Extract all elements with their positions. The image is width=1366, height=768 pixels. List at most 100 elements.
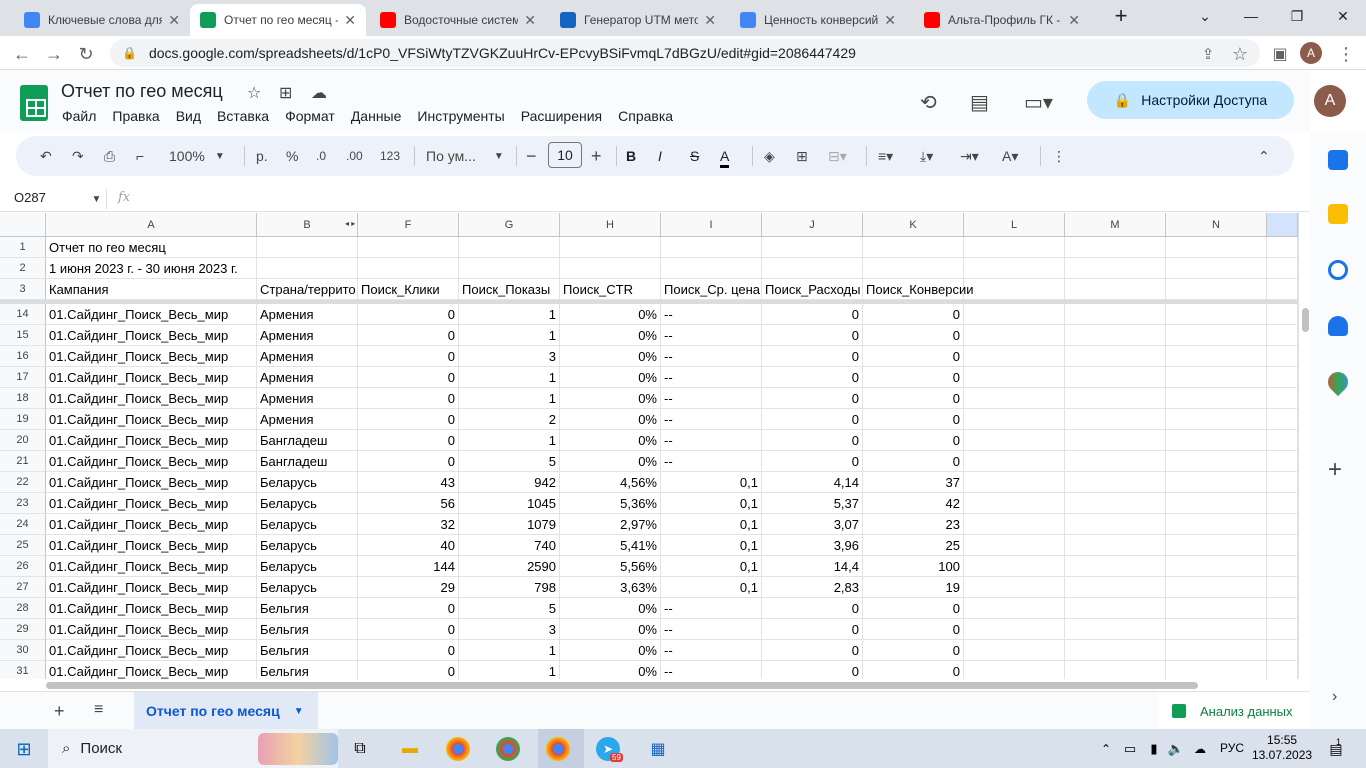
table-cell[interactable]: 3,63% [560,577,661,598]
forward-icon[interactable]: → [42,42,66,66]
table-cell[interactable] [1065,451,1166,472]
table-cell[interactable]: 0% [560,409,661,430]
table-cell[interactable]: 0 [762,325,863,346]
text-wrap-icon[interactable]: ⇥▾ [960,146,979,166]
row-header[interactable]: 2 [0,258,46,279]
restore-button[interactable]: ❐ [1274,0,1320,32]
currency-format-button[interactable]: р. [256,146,268,166]
table-cell[interactable]: Бангладеш [257,451,358,472]
table-cell[interactable]: 0,1 [661,577,762,598]
table-cell[interactable]: 01.Сайдинг_Поиск_Весь_мир [46,388,257,409]
table-cell[interactable] [1267,514,1298,535]
close-tab-icon[interactable]: ✕ [884,12,896,29]
table-cell[interactable]: 5,56% [560,556,661,577]
table-cell[interactable]: Беларусь [257,535,358,556]
table-cell[interactable]: 01.Сайдинг_Поиск_Весь_мир [46,346,257,367]
table-cell[interactable] [1166,409,1267,430]
table-cell[interactable]: 0 [358,661,459,679]
close-tab-icon[interactable]: ✕ [344,12,356,29]
table-cell[interactable]: -- [661,409,762,430]
table-cell[interactable]: 1 [459,367,560,388]
chevron-right-icon[interactable]: › [1332,688,1337,706]
text-color-button[interactable]: A [720,146,730,168]
table-cell[interactable]: 0 [358,409,459,430]
table-cell[interactable]: -- [661,640,762,661]
table-cell[interactable] [1267,598,1298,619]
table-cell[interactable]: 0 [358,388,459,409]
table-cell[interactable] [1166,258,1267,279]
browser-profile-avatar[interactable]: A [1300,42,1322,64]
more-options-icon[interactable]: ⋮ [1052,146,1066,166]
table-cell[interactable]: -- [661,325,762,346]
close-tab-icon[interactable]: ✕ [168,12,180,29]
minimize-button[interactable]: — [1228,0,1274,32]
table-cell[interactable]: Армения [257,346,358,367]
table-cell[interactable] [1166,514,1267,535]
table-cell[interactable]: 0 [762,430,863,451]
star-icon[interactable]: ☆ [247,83,261,103]
table-cell[interactable]: 2,97% [560,514,661,535]
table-cell[interactable] [1166,346,1267,367]
table-cell[interactable]: 0 [863,346,964,367]
row-header[interactable]: 18 [0,388,46,409]
row-header[interactable]: 14 [0,304,46,325]
table-cell[interactable] [1166,472,1267,493]
chrome-icon[interactable] [446,737,470,761]
table-cell[interactable]: 1 [459,640,560,661]
table-cell[interactable]: 0 [762,598,863,619]
file-explorer-icon[interactable]: ▬ [396,735,424,763]
table-cell[interactable] [257,237,358,258]
table-cell[interactable] [1166,577,1267,598]
table-cell[interactable]: 942 [459,472,560,493]
tab-search-icon[interactable]: ⌄ [1182,0,1228,32]
table-cell[interactable] [964,451,1065,472]
table-cell[interactable]: -- [661,619,762,640]
table-cell[interactable]: Поиск_Показы [459,279,560,300]
row-header[interactable]: 17 [0,367,46,388]
table-cell[interactable]: Отчет по гео месяц [46,237,257,258]
table-cell[interactable]: -- [661,346,762,367]
table-cell[interactable] [1065,279,1166,300]
table-cell[interactable] [964,279,1065,300]
url-input[interactable]: 🔒 docs.google.com/spreadsheets/d/1cP0_VF… [110,39,1260,67]
table-cell[interactable]: 0% [560,640,661,661]
table-cell[interactable]: 1 [459,388,560,409]
table-cell[interactable]: 0% [560,367,661,388]
chrome-active-icon[interactable] [546,737,570,761]
sheet-tab-active[interactable]: Отчет по гео месяц ▼ [134,692,318,730]
table-cell[interactable]: Страна/террито [257,279,358,300]
table-cell[interactable]: Беларусь [257,493,358,514]
table-cell[interactable]: 0 [358,346,459,367]
table-cell[interactable] [964,619,1065,640]
tasks-icon[interactable] [1328,260,1348,280]
table-cell[interactable] [1267,367,1298,388]
table-cell[interactable]: 0% [560,325,661,346]
table-cell[interactable]: 4,56% [560,472,661,493]
table-cell[interactable] [1065,598,1166,619]
table-cell[interactable] [1166,640,1267,661]
table-cell[interactable]: 5,41% [560,535,661,556]
table-cell[interactable] [459,258,560,279]
table-cell[interactable]: 0 [863,388,964,409]
task-view-icon[interactable]: ⧉ [346,735,374,763]
table-cell[interactable]: -- [661,388,762,409]
table-cell[interactable] [1065,577,1166,598]
table-cell[interactable]: 4,14 [762,472,863,493]
close-tab-icon[interactable]: ✕ [524,12,536,29]
table-cell[interactable]: 0% [560,388,661,409]
table-cell[interactable]: 01.Сайдинг_Поиск_Весь_мир [46,598,257,619]
table-cell[interactable]: Поиск_Конверсии [863,279,973,300]
font-size-input[interactable]: 10 [548,142,582,168]
redo-icon[interactable]: ↷ [72,146,84,166]
table-cell[interactable]: Бангладеш [257,430,358,451]
table-cell[interactable]: 0% [560,598,661,619]
chrome-profile-icon[interactable] [496,737,520,761]
table-cell[interactable]: -- [661,430,762,451]
text-rotation-icon[interactable]: A▾ [1002,146,1018,166]
table-cell[interactable]: 3 [459,346,560,367]
table-cell[interactable] [964,640,1065,661]
table-cell[interactable]: -- [661,304,762,325]
add-sheet-button[interactable]: + [54,701,65,722]
table-cell[interactable]: 0% [560,304,661,325]
table-cell[interactable]: 0 [863,640,964,661]
